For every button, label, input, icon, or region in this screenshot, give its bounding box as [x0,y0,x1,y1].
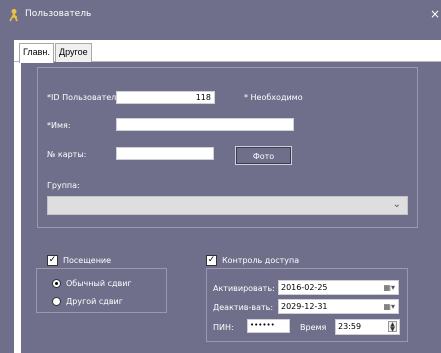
user-id-value: 118 [195,93,211,102]
user-id-label: *ID Пользовател [47,93,117,102]
name-label: *Имя: [47,121,71,130]
close-icon[interactable]: × [430,7,440,21]
attendance-label: Посещение [63,256,112,265]
normal-shift-label: Обычный сдвиг [66,279,132,288]
card-label: № карты: [47,150,87,159]
group-label: Группа: [47,181,80,190]
user-id-field[interactable]: 118 [116,91,215,104]
activate-date-value: 2016-02-25 [281,283,328,292]
normal-shift-radio[interactable] [52,279,61,288]
other-shift-radio[interactable] [52,297,61,306]
time-label: Время [300,323,327,332]
name-field[interactable] [116,118,294,131]
photo-button[interactable]: Фото [235,146,292,165]
window-title: Пользователь [25,9,92,19]
time-field[interactable]: 23:59 ▲ ▼ [335,319,400,335]
group-select[interactable]: ⌄ [47,196,408,215]
access-control-label: Контроль доступа [222,256,300,265]
shift-options-group [36,268,167,313]
activate-date-field[interactable]: 2016-02-25 ▦▾ [278,280,399,295]
chevron-down-icon: ⌄ [392,199,401,210]
deactivate-date-value: 2029-12-31 [281,302,328,311]
attendance-checkbox[interactable]: ✓ [47,255,58,266]
activate-label: Активировать: [213,284,275,293]
time-value: 23:59 [338,322,362,331]
deactivate-label: Деактив-вать: [213,303,274,312]
pin-field[interactable]: •••••• [247,319,290,333]
tab-main[interactable]: Главн. [19,43,54,63]
other-shift-label: Другой сдвиг [66,297,123,306]
pin-label: ПИН: [213,323,234,332]
tab-other[interactable]: Другое [55,43,92,62]
access-control-checkbox[interactable]: ✓ [206,255,217,266]
required-note: * Необходимо [244,93,303,102]
calendar-dropdown-icon[interactable]: ▦▾ [383,302,395,311]
time-spinner-icon[interactable]: ▲ ▼ [388,321,397,333]
calendar-dropdown-icon[interactable]: ▦▾ [383,283,395,292]
user-key-icon [8,8,20,22]
deactivate-date-field[interactable]: 2029-12-31 ▦▾ [278,299,399,314]
card-field[interactable] [116,147,214,160]
